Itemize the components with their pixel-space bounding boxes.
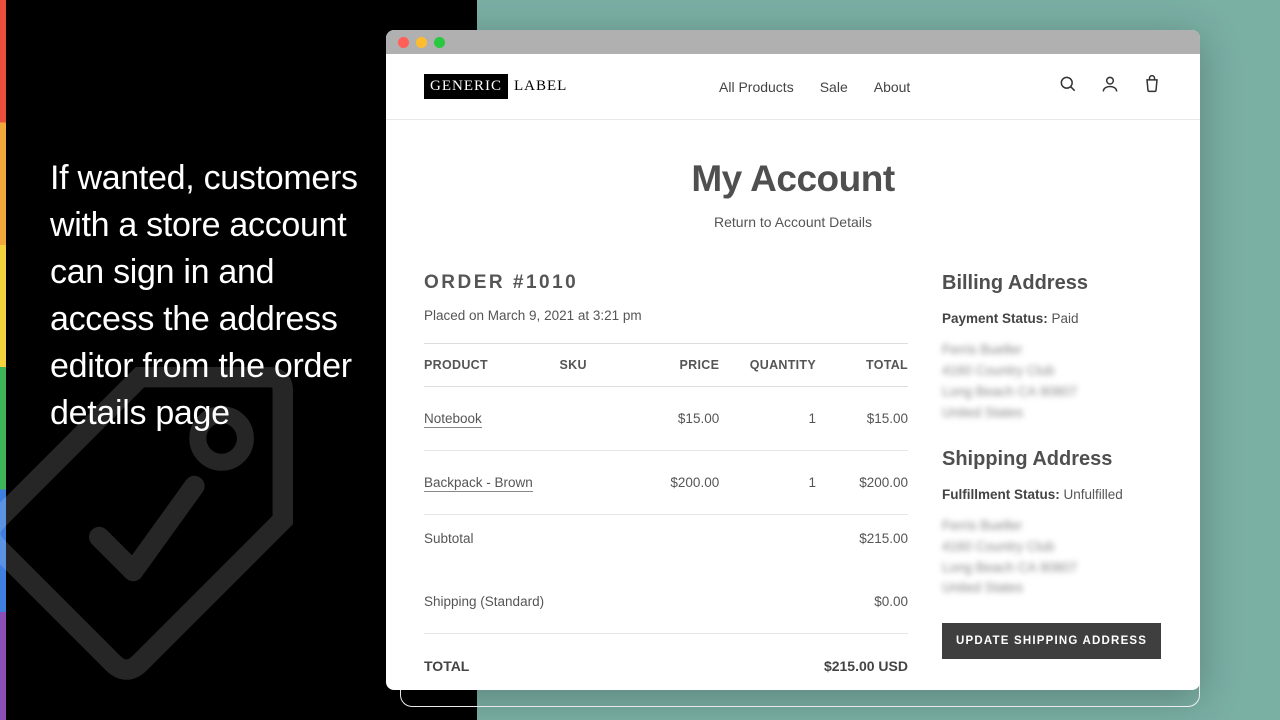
product-link[interactable]: Notebook xyxy=(424,411,482,428)
product-link[interactable]: Backpack - Brown xyxy=(424,475,533,492)
shipping-row: Shipping (Standard) $0.00 xyxy=(424,570,908,634)
promo-description: If wanted, customers with a store accoun… xyxy=(50,155,380,436)
cart-icon[interactable] xyxy=(1142,74,1162,99)
subtotal-row: Subtotal $215.00 xyxy=(424,515,908,571)
fulfillment-status: Fulfillment Status: Unfulfilled xyxy=(942,487,1162,502)
store-logo[interactable]: GENERIC LABEL xyxy=(424,74,571,99)
order-placed-date: Placed on March 9, 2021 at 3:21 pm xyxy=(424,308,908,323)
nav-about[interactable]: About xyxy=(874,79,911,95)
order-heading: ORDER #1010 xyxy=(424,272,908,294)
maximize-icon[interactable] xyxy=(434,37,445,48)
window-titlebar xyxy=(386,30,1200,54)
col-sku: SKU xyxy=(560,344,628,387)
page-title: My Account xyxy=(386,158,1200,200)
account-icon[interactable] xyxy=(1100,74,1120,99)
col-total: TOTAL xyxy=(816,344,908,387)
billing-title: Billing Address xyxy=(942,272,1162,295)
shipping-address-redacted: Ferris Bueller4160 Country ClubLong Beac… xyxy=(942,516,1162,600)
browser-window: GENERIC LABEL All Products Sale About My… xyxy=(386,30,1200,690)
minimize-icon[interactable] xyxy=(416,37,427,48)
return-link[interactable]: Return to Account Details xyxy=(386,214,1200,230)
col-quantity: QUANTITY xyxy=(719,344,816,387)
update-shipping-button[interactable]: UPDATE SHIPPING ADDRESS xyxy=(942,623,1161,659)
shipping-title: Shipping Address xyxy=(942,448,1162,471)
nav-sale[interactable]: Sale xyxy=(820,79,848,95)
col-price: PRICE xyxy=(627,344,719,387)
total-row: TOTAL $215.00 USD xyxy=(424,634,908,691)
logo-left: GENERIC xyxy=(424,74,508,99)
billing-address-redacted: Ferris Bueller4160 Country ClubLong Beac… xyxy=(942,340,1162,424)
nav-all-products[interactable]: All Products xyxy=(719,79,794,95)
search-icon[interactable] xyxy=(1058,74,1078,99)
table-row: Notebook $15.00 1 $15.00 xyxy=(424,387,908,451)
order-table: PRODUCT SKU PRICE QUANTITY TOTAL Noteboo… xyxy=(424,343,908,690)
logo-right: LABEL xyxy=(508,74,571,99)
table-row: Backpack - Brown $200.00 1 $200.00 xyxy=(424,451,908,515)
col-product: PRODUCT xyxy=(424,344,560,387)
payment-status: Payment Status: Paid xyxy=(942,311,1162,326)
close-icon[interactable] xyxy=(398,37,409,48)
